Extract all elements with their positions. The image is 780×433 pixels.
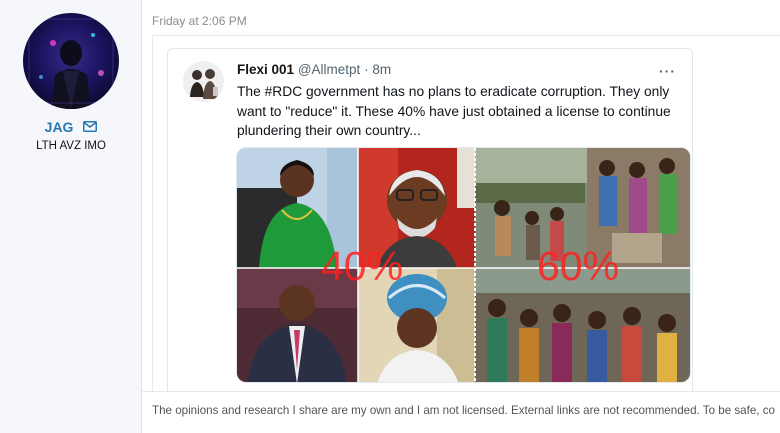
user-title: LTH AVZ IMO (36, 140, 106, 152)
post-header: Friday at 2:06 PM (142, 0, 780, 40)
mail-icon[interactable] (83, 119, 98, 135)
post-body: Flexi 001 @Allmetpt · 8m ··· The #RDC go… (152, 35, 780, 392)
avatar-image (23, 13, 119, 109)
tweet-separator: · (364, 62, 369, 77)
tweet-time[interactable]: 8m (372, 62, 391, 77)
image-label-right: 60% (537, 243, 620, 289)
image-label-left: 40% (321, 243, 404, 289)
tweet-image[interactable]: 40% 60% (236, 147, 691, 383)
tweet-display-name[interactable]: Flexi 001 (237, 62, 294, 77)
post-date[interactable]: Friday at 2:06 PM (152, 14, 247, 28)
signature-text: The opinions and research I share are my… (152, 404, 775, 417)
tweet-header: Flexi 001 @Allmetpt · 8m (237, 62, 391, 77)
tweet-avatar-image (183, 61, 224, 102)
tweet-text: The #RDC government has no plans to erad… (237, 84, 671, 138)
more-options-icon[interactable]: ··· (659, 63, 676, 79)
user-avatar[interactable] (23, 13, 119, 109)
username[interactable]: JAG (0, 119, 142, 135)
tweet-handle[interactable]: @Allmetpt (298, 62, 360, 77)
username-label[interactable]: JAG (45, 119, 74, 135)
post-signature: The opinions and research I share are my… (142, 391, 780, 433)
tweet-author-avatar[interactable] (183, 61, 224, 102)
embedded-tweet[interactable]: Flexi 001 @Allmetpt · 8m ··· The #RDC go… (167, 48, 693, 392)
user-info-column: JAG LTH AVZ IMO (0, 0, 142, 433)
tweet-collage-image (237, 148, 690, 382)
